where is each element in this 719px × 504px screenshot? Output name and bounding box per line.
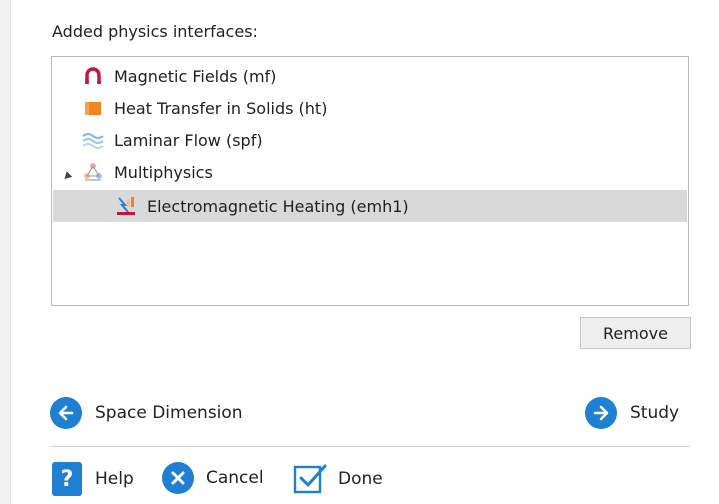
arrow-left-icon bbox=[50, 397, 82, 429]
expand-toggle-icon[interactable] bbox=[61, 171, 73, 182]
electromagnetic-heating-icon bbox=[115, 195, 137, 217]
tree-item-label: Heat Transfer in Solids (ht) bbox=[114, 98, 328, 118]
remove-button[interactable]: Remove bbox=[580, 317, 691, 349]
physics-interfaces-tree[interactable]: Magnetic Fields (mf) Heat Transfer in So… bbox=[51, 56, 689, 306]
tree-item-magnetic-fields[interactable]: Magnetic Fields (mf) bbox=[82, 60, 276, 92]
tree-item-label: Electromagnetic Heating (emh1) bbox=[147, 196, 409, 216]
space-dimension-label: Space Dimension bbox=[95, 403, 243, 423]
study-button[interactable]: Study bbox=[585, 397, 679, 429]
tree-item-electromagnetic-heating[interactable]: Electromagnetic Heating (emh1) bbox=[53, 190, 687, 222]
section-label: Added physics interfaces: bbox=[52, 22, 258, 41]
multiphysics-icon bbox=[82, 161, 104, 183]
study-label: Study bbox=[630, 403, 680, 423]
magnet-icon bbox=[82, 65, 104, 87]
tree-item-label: Magnetic Fields (mf) bbox=[114, 66, 277, 86]
tree-item-laminar-flow[interactable]: Laminar Flow (spf) bbox=[82, 124, 263, 156]
tree-item-multiphysics[interactable]: Multiphysics bbox=[82, 156, 213, 188]
done-label: Done bbox=[338, 469, 383, 489]
space-dimension-button[interactable]: Space Dimension bbox=[50, 397, 243, 429]
footer-divider bbox=[50, 446, 690, 447]
checkbox-check-icon bbox=[293, 462, 327, 496]
help-button[interactable]: ? Help bbox=[52, 462, 134, 496]
help-label: Help bbox=[95, 469, 134, 489]
help-icon: ? bbox=[52, 462, 82, 496]
cancel-button[interactable]: Cancel bbox=[162, 462, 264, 494]
tree-item-heat-transfer[interactable]: Heat Transfer in Solids (ht) bbox=[82, 92, 327, 124]
laminar-flow-icon bbox=[82, 129, 104, 151]
cancel-icon bbox=[162, 462, 194, 494]
tree-item-label: Laminar Flow (spf) bbox=[114, 130, 263, 150]
window-left-edge bbox=[0, 0, 11, 504]
heat-transfer-icon bbox=[82, 97, 104, 119]
tree-item-label: Multiphysics bbox=[114, 162, 213, 182]
done-button[interactable]: Done bbox=[293, 462, 383, 496]
arrow-right-icon bbox=[585, 397, 617, 429]
cancel-label: Cancel bbox=[206, 468, 264, 488]
